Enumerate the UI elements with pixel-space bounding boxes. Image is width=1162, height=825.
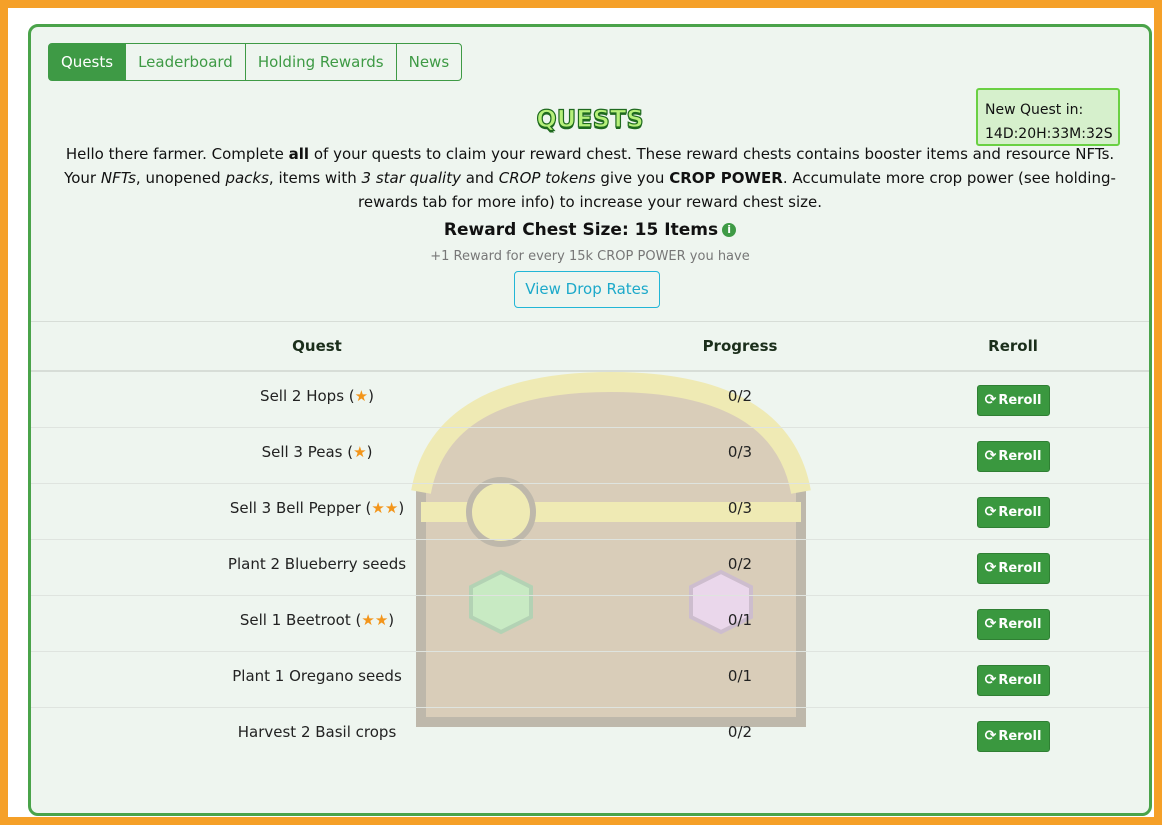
quest-text: Sell 3 Peas: [261, 443, 343, 461]
reward-chest-subtitle: +1 Reward for every 15k CROP POWER you h…: [430, 249, 750, 264]
table-row: Sell 3 Bell Pepper (★★) 0/3 ⟳ Reroll: [31, 484, 1149, 540]
col-header-quest: Quest: [292, 337, 342, 355]
reward-chest-size-label: Reward Chest Size: 15 Items: [443, 220, 719, 240]
reroll-label: Reroll: [998, 449, 1042, 464]
quest-cell: Plant 1 Oregano seeds: [31, 667, 603, 685]
reroll-button[interactable]: ⟳ Reroll: [976, 721, 1050, 752]
table-row: Sell 2 Hops (★) 0/2 ⟳ Reroll: [31, 372, 1149, 428]
quest-cell: Sell 2 Hops (★): [260, 387, 374, 405]
refresh-icon: ⟳: [984, 616, 997, 632]
refresh-icon: ⟳: [984, 504, 997, 520]
new-quest-timer: New Quest in: 14D:20H:33M:32S: [976, 88, 1120, 146]
table-row: Plant 2 Blueberry seeds 0/2 ⟳ Reroll: [31, 540, 1149, 596]
col-header-progress: Progress: [702, 337, 778, 355]
table-header: Quest Progress Reroll: [31, 321, 1149, 372]
quest-text: Sell 2 Hops: [260, 387, 345, 405]
quest-text: Sell 1 Beetroot: [239, 611, 351, 629]
table-row: Harvest 2 Basil crops 0/2 ⟳ Reroll: [31, 708, 1149, 763]
quest-cell: Sell 1 Beetroot (★★): [239, 611, 395, 629]
progress-cell: 0/2: [727, 387, 753, 405]
reroll-button[interactable]: ⟳ Reroll: [976, 441, 1050, 472]
quest-cell: Plant 2 Blueberry seeds: [31, 555, 603, 573]
reroll-label: Reroll: [998, 729, 1042, 744]
reroll-label: Reroll: [998, 617, 1042, 632]
progress-cell: 0/1: [727, 667, 753, 685]
view-drop-rates-button[interactable]: View Drop Rates: [514, 271, 660, 308]
progress-cell: 0/2: [727, 723, 753, 741]
tab-bar: Quests Leaderboard Holding Rewards News: [48, 43, 463, 81]
quests-table: Quest Progress Reroll Sell 2 Hops (★) 0/2…: [31, 321, 1149, 763]
reroll-cell: ⟳ Reroll: [877, 665, 1149, 696]
quest-cell: Sell 3 Bell Pepper (★★): [229, 499, 405, 517]
quests-panel: Quests Leaderboard Holding Rewards News …: [28, 24, 1152, 816]
reroll-label: Reroll: [998, 673, 1042, 688]
page-frame: Quests Leaderboard Holding Rewards News …: [8, 8, 1154, 817]
star-icon: ★: [361, 611, 375, 629]
tab-news[interactable]: News: [395, 43, 463, 81]
tab-holding-rewards[interactable]: Holding Rewards: [244, 43, 397, 81]
star-icon: ★: [353, 443, 367, 461]
star-icon: ★: [374, 611, 389, 629]
reroll-cell: ⟳ Reroll: [877, 721, 1149, 752]
tab-quests[interactable]: Quests: [48, 43, 127, 81]
progress-cell: 0/1: [727, 611, 753, 629]
quest-text: Harvest 2 Basil crops: [237, 723, 397, 741]
info-icon[interactable]: i: [722, 223, 737, 237]
quest-text: Plant 2 Blueberry seeds: [227, 555, 407, 573]
refresh-icon: ⟳: [984, 560, 997, 576]
reroll-cell: ⟳ Reroll: [877, 441, 1149, 472]
table-row: Sell 1 Beetroot (★★) 0/1 ⟳ Reroll: [31, 596, 1149, 652]
progress-cell: 0/2: [727, 555, 753, 573]
intro-text: Hello there farmer. Complete all of your…: [64, 145, 1116, 211]
reroll-label: Reroll: [998, 393, 1042, 408]
new-quest-countdown: 14D:20H:33M:32S: [985, 126, 1113, 142]
tab-leaderboard[interactable]: Leaderboard: [125, 43, 246, 81]
quest-text: Sell 3 Bell Pepper: [229, 499, 361, 517]
reroll-button[interactable]: ⟳ Reroll: [976, 609, 1050, 640]
refresh-icon: ⟳: [984, 448, 997, 464]
reroll-button[interactable]: ⟳ Reroll: [976, 665, 1050, 696]
reward-chest-size: Reward Chest Size: 15 Items i: [31, 220, 1149, 240]
col-header-reroll: Reroll: [988, 337, 1038, 355]
reroll-label: Reroll: [998, 561, 1042, 576]
progress-cell: 0/3: [727, 443, 753, 461]
new-quest-label: New Quest in:: [985, 102, 1084, 118]
quest-text: Plant 1 Oregano seeds: [232, 667, 402, 685]
table-row: Sell 3 Peas (★) 0/3 ⟳ Reroll: [31, 428, 1149, 484]
reroll-cell: ⟳ Reroll: [877, 497, 1149, 528]
reroll-button[interactable]: ⟳ Reroll: [976, 385, 1050, 416]
quest-cell: Harvest 2 Basil crops: [31, 723, 603, 741]
refresh-icon: ⟳: [984, 672, 997, 688]
reroll-button[interactable]: ⟳ Reroll: [976, 497, 1050, 528]
refresh-icon: ⟳: [984, 728, 997, 744]
progress-cell: 0/3: [727, 499, 753, 517]
star-icon: ★: [384, 499, 399, 517]
star-icon: ★: [354, 387, 369, 405]
reroll-cell: ⟳ Reroll: [877, 609, 1149, 640]
reroll-label: Reroll: [998, 505, 1042, 520]
refresh-icon: ⟳: [984, 392, 997, 408]
reroll-cell: ⟳ Reroll: [877, 385, 1149, 416]
star-icon: ★: [371, 499, 385, 517]
reroll-button[interactable]: ⟳ Reroll: [976, 553, 1050, 584]
reroll-cell: ⟳ Reroll: [877, 553, 1149, 584]
table-row: Plant 1 Oregano seeds 0/1 ⟳ Reroll: [31, 652, 1149, 708]
quest-cell: Sell 3 Peas (★): [261, 443, 373, 461]
